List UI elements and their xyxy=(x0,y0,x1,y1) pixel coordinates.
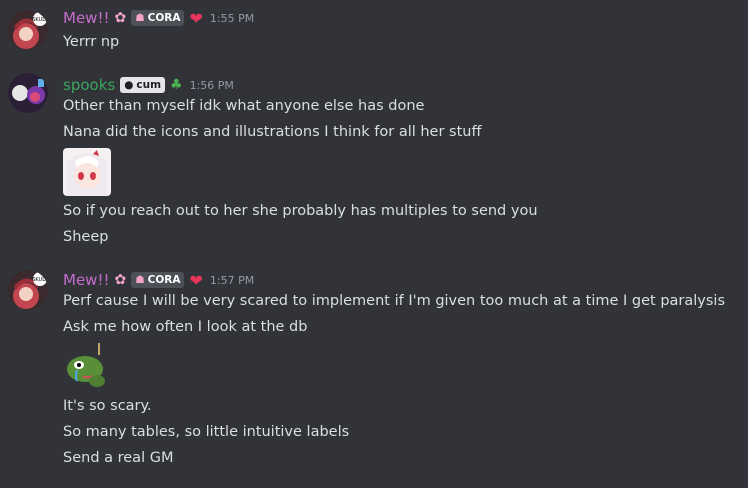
username[interactable]: spooks xyxy=(63,76,115,94)
server-tag-label: CORA xyxy=(147,274,181,286)
username[interactable]: Mew!! xyxy=(63,271,109,289)
message-text: Sheep xyxy=(63,229,109,245)
frog-icon: ♣ xyxy=(170,77,183,93)
message-text: Send a real GM xyxy=(63,450,174,466)
svg-text:SKULL: SKULL xyxy=(32,17,48,23)
timestamp[interactable]: 1:57 PM xyxy=(210,274,254,287)
message-text: Perf cause I will be very scared to impl… xyxy=(63,293,726,309)
message-text: Yerrr np xyxy=(63,34,120,50)
avatar[interactable]: SKULL xyxy=(8,270,48,310)
server-tag-label: cum xyxy=(136,79,162,91)
svg-text:SKULL: SKULL xyxy=(32,277,48,283)
avatar[interactable] xyxy=(8,73,48,113)
message-text: It's so scary. xyxy=(63,398,152,414)
message-text: Other than myself idk what anyone else h… xyxy=(63,98,425,114)
drop-icon: ● xyxy=(124,79,134,91)
heart-icon: ❤ xyxy=(189,270,203,290)
message-text: So if you reach out to her she probably … xyxy=(63,203,538,219)
message-text: Ask me how often I look at the db xyxy=(63,319,308,335)
server-tag[interactable]: ● cum xyxy=(120,77,166,93)
cat-icon: ☗ xyxy=(135,12,145,24)
message-text: So many tables, so little intuitive labe… xyxy=(63,424,350,440)
server-tag-label: CORA xyxy=(147,12,181,24)
avatar[interactable]: SKULL xyxy=(8,10,48,50)
chat-messages: SKULL Mew!! ✿ ☗ CORA ❤ 1:55 PM Yerrr np xyxy=(0,0,748,488)
timestamp[interactable]: 1:55 PM xyxy=(210,12,254,25)
flower-icon: ✿ xyxy=(114,10,127,26)
flower-icon: ✿ xyxy=(114,272,127,288)
anime-girl-sticker[interactable] xyxy=(63,148,111,196)
heart-icon: ❤ xyxy=(189,8,203,28)
server-tag[interactable]: ☗ CORA xyxy=(131,272,185,288)
server-tag[interactable]: ☗ CORA xyxy=(131,10,185,26)
username[interactable]: Mew!! xyxy=(63,9,109,27)
message-text: Nana did the icons and illustrations I t… xyxy=(63,124,482,140)
crying-frog-sticker[interactable] xyxy=(63,343,111,391)
timestamp[interactable]: 1:56 PM xyxy=(190,79,234,92)
cat-icon: ☗ xyxy=(135,274,145,286)
